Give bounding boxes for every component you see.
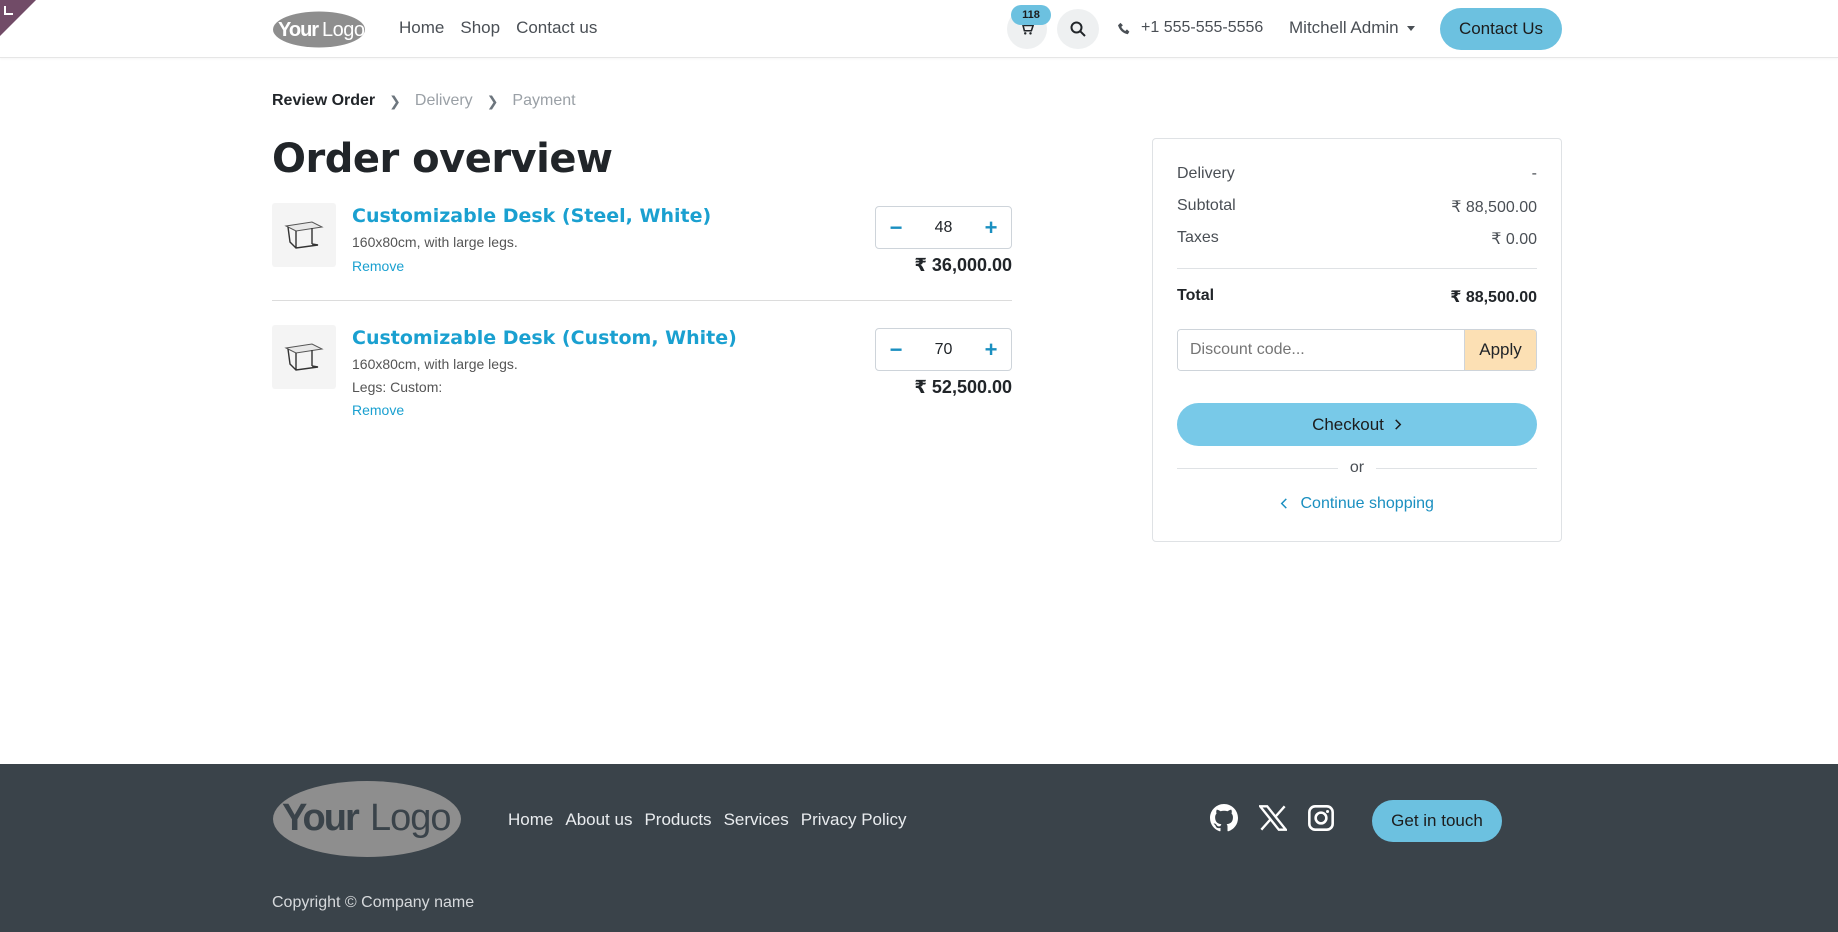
breadcrumb-payment: Payment: [512, 92, 576, 109]
chevron-right-icon: ❯: [389, 92, 401, 109]
cart-count-badge: 118: [1011, 5, 1051, 25]
user-name: Mitchell Admin: [1289, 18, 1399, 37]
site-footer: Your Logo Home About us Products Service…: [0, 764, 1838, 932]
checkout-breadcrumb: Review Order ❯ Delivery ❯ Payment: [272, 92, 576, 110]
header-logo[interactable]: Your Logo: [272, 10, 367, 49]
checkout-button[interactable]: Checkout: [1177, 403, 1537, 446]
total-label: Total: [1177, 287, 1215, 304]
quantity-stepper: − +: [875, 206, 1012, 249]
nav-home[interactable]: Home: [399, 18, 444, 38]
chevron-down-icon: [1406, 25, 1415, 31]
user-menu[interactable]: Mitchell Admin: [1289, 18, 1415, 38]
chevron-left-icon: [1280, 498, 1287, 509]
discount-code-input[interactable]: [1178, 330, 1464, 370]
svg-text:Logo: Logo: [322, 19, 365, 41]
or-separator: or: [1177, 459, 1538, 477]
minus-icon[interactable]: −: [886, 215, 906, 240]
chevron-right-icon: ❯: [486, 92, 499, 109]
or-label: or: [1349, 459, 1365, 476]
x-twitter-icon[interactable]: [1258, 803, 1288, 833]
nav-contact-us[interactable]: Contact us: [516, 18, 597, 38]
phone-icon: [1118, 22, 1130, 34]
subtotal-value: ₹ 88,500.00: [1451, 199, 1537, 216]
line-price: ₹ 36,000.00: [914, 255, 1012, 275]
remove-link[interactable]: Remove: [352, 402, 404, 418]
phone-number: +1 555-555-5556: [1141, 19, 1264, 36]
chevron-right-icon: [1395, 419, 1402, 430]
discount-form: Apply: [1177, 329, 1537, 371]
product-description: 160x80cm, with large legs.: [352, 234, 518, 250]
breadcrumb-review-order[interactable]: Review Order: [272, 92, 375, 110]
contact-us-button[interactable]: Contact Us: [1440, 8, 1562, 50]
nav-shop[interactable]: Shop: [460, 18, 500, 38]
corner-mark-icon: [4, 6, 13, 15]
page-title: Order overview: [272, 136, 613, 182]
breadcrumb-delivery: Delivery: [414, 92, 473, 109]
continue-shopping-label: Continue shopping: [1300, 495, 1434, 512]
line-price: ₹ 52,500.00: [914, 377, 1012, 397]
total-value: ₹ 88,500.00: [1450, 289, 1537, 306]
footer-nav-services[interactable]: Services: [724, 810, 789, 830]
total-row: Total ₹ 88,500.00: [1177, 287, 1537, 307]
taxes-value: ₹ 0.00: [1491, 231, 1537, 248]
remove-link[interactable]: Remove: [352, 258, 404, 274]
delivery-row: Delivery -: [1177, 165, 1537, 183]
instagram-icon[interactable]: [1306, 803, 1336, 833]
product-name-link[interactable]: Customizable Desk (Steel, White): [352, 205, 711, 227]
copyright-text: Copyright © Company name: [272, 894, 475, 911]
main-nav: Home Shop Contact us: [399, 18, 597, 38]
svg-text:Logo: Logo: [370, 797, 451, 839]
desk-icon: [284, 221, 324, 249]
plus-icon[interactable]: +: [981, 337, 1001, 362]
checkout-label: Checkout: [1312, 414, 1384, 434]
quantity-input[interactable]: [918, 340, 969, 359]
footer-nav-about-us[interactable]: About us: [565, 810, 632, 830]
product-description: 160x80cm, with large legs.: [352, 356, 518, 372]
footer-nav-privacy-policy[interactable]: Privacy Policy: [801, 810, 907, 830]
footer-nav-products[interactable]: Products: [644, 810, 711, 830]
order-line: Customizable Desk (Custom, White) 160x80…: [272, 325, 1012, 425]
search-icon: [1070, 21, 1086, 37]
product-name-link[interactable]: Customizable Desk (Custom, White): [352, 327, 737, 349]
search-button[interactable]: [1057, 9, 1099, 49]
desk-icon: [284, 343, 324, 371]
order-line: Customizable Desk (Steel, White) 160x80c…: [272, 203, 1012, 301]
taxes-row: Taxes ₹ 0.00: [1177, 229, 1537, 249]
phone-link[interactable]: +1 555-555-5556: [1118, 19, 1263, 37]
svg-text:Your: Your: [282, 797, 360, 839]
github-icon[interactable]: [1209, 803, 1239, 833]
get-in-touch-button[interactable]: Get in touch: [1372, 800, 1502, 842]
summary-divider: [1177, 268, 1537, 269]
minus-icon[interactable]: −: [886, 337, 906, 362]
delivery-label: Delivery: [1177, 165, 1235, 182]
subtotal-row: Subtotal ₹ 88,500.00: [1177, 197, 1537, 217]
quantity-stepper: − +: [875, 328, 1012, 371]
product-thumbnail[interactable]: [272, 325, 336, 389]
site-header: Your Logo Home Shop Contact us 118 +1 55…: [0, 0, 1838, 58]
footer-nav-home[interactable]: Home: [508, 810, 553, 830]
footer-logo[interactable]: Your Logo: [272, 778, 462, 860]
quantity-input[interactable]: [918, 218, 969, 237]
plus-icon[interactable]: +: [981, 215, 1001, 240]
order-summary-card: Delivery - Subtotal ₹ 88,500.00 Taxes ₹ …: [1152, 138, 1562, 542]
continue-shopping-link[interactable]: Continue shopping: [1177, 495, 1537, 513]
product-attribute: Legs: Custom:: [352, 379, 443, 395]
apply-button[interactable]: Apply: [1464, 330, 1536, 370]
delivery-value: -: [1531, 165, 1537, 182]
footer-nav: Home About us Products Services Privacy …: [508, 810, 907, 830]
product-thumbnail[interactable]: [272, 203, 336, 267]
taxes-label: Taxes: [1177, 229, 1219, 246]
subtotal-label: Subtotal: [1177, 197, 1236, 214]
svg-text:Your: Your: [278, 19, 319, 41]
